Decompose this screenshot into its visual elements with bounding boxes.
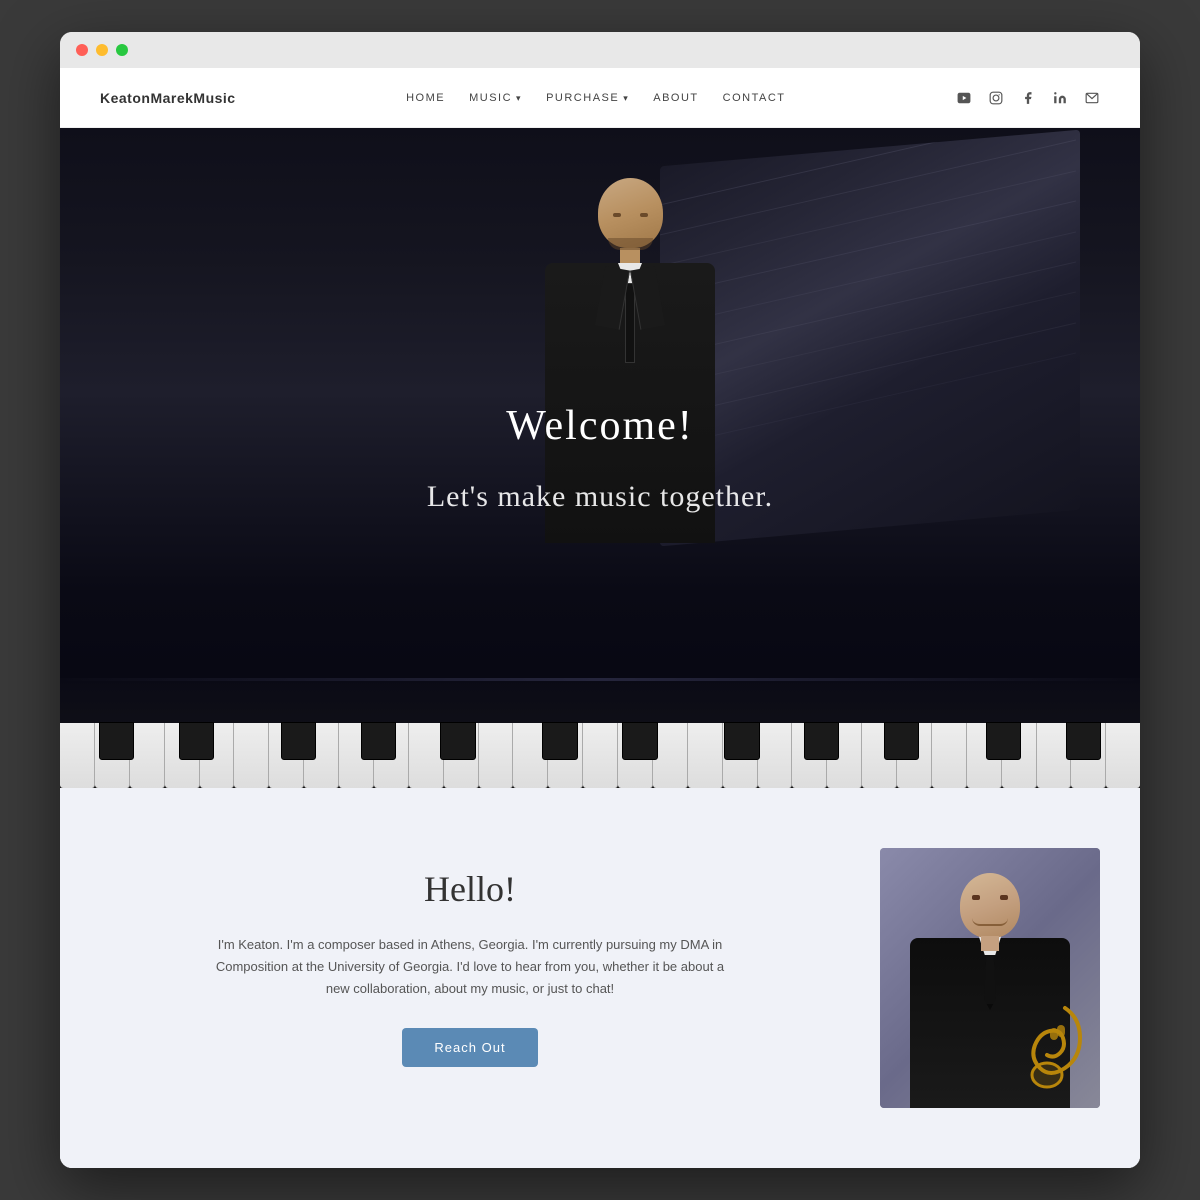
- nav-link-music[interactable]: MUSIC: [469, 92, 522, 104]
- photo-person: [880, 848, 1100, 1108]
- navbar: KeatonMarekMusic HOME MUSIC PURCHASE ABO…: [60, 68, 1140, 128]
- about-section: Hello! I'm Keaton. I'm a composer based …: [60, 788, 1140, 1168]
- hero-content: Welcome! Let's make music together.: [60, 128, 1140, 788]
- about-title: Hello!: [100, 868, 840, 910]
- close-button[interactable]: [76, 44, 88, 56]
- about-description: I'm Keaton. I'm a composer based in Athe…: [210, 934, 730, 1000]
- photo-neck: [981, 936, 999, 951]
- nav-links: HOME MUSIC PURCHASE ABOUT CONTACT: [406, 92, 785, 104]
- social-icons: [956, 90, 1100, 106]
- nav-link-purchase[interactable]: PURCHASE: [546, 92, 629, 104]
- photo-smile: [972, 918, 1008, 926]
- right-eye: [1000, 895, 1008, 900]
- email-icon[interactable]: [1084, 90, 1100, 106]
- nav-link-home[interactable]: HOME: [406, 92, 445, 104]
- maximize-button[interactable]: [116, 44, 128, 56]
- hero-subtitle: Let's make music together.: [427, 480, 773, 514]
- reach-out-button[interactable]: Reach Out: [402, 1028, 537, 1067]
- left-eye: [972, 895, 980, 900]
- instagram-icon[interactable]: [988, 90, 1004, 106]
- linkedin-icon[interactable]: [1052, 90, 1068, 106]
- browser-chrome: [60, 32, 1140, 68]
- photo-head: [960, 873, 1020, 938]
- browser-window: KeatonMarekMusic HOME MUSIC PURCHASE ABO…: [60, 32, 1140, 1168]
- facebook-icon[interactable]: [1020, 90, 1036, 106]
- nav-link-about[interactable]: ABOUT: [653, 92, 698, 104]
- about-text-area: Hello! I'm Keaton. I'm a composer based …: [100, 848, 840, 1067]
- photo-horn: [1025, 1003, 1090, 1098]
- nav-brand[interactable]: KeatonMarekMusic: [100, 90, 236, 106]
- hero-title: Welcome!: [506, 402, 694, 450]
- nav-link-contact[interactable]: CONTACT: [723, 92, 786, 104]
- minimize-button[interactable]: [96, 44, 108, 56]
- photo-tie: [984, 955, 996, 1010]
- youtube-icon[interactable]: [956, 90, 972, 106]
- website-content: KeatonMarekMusic HOME MUSIC PURCHASE ABO…: [60, 68, 1140, 1168]
- about-photo: [880, 848, 1100, 1108]
- hero-section: Welcome! Let's make music together.: [60, 128, 1140, 788]
